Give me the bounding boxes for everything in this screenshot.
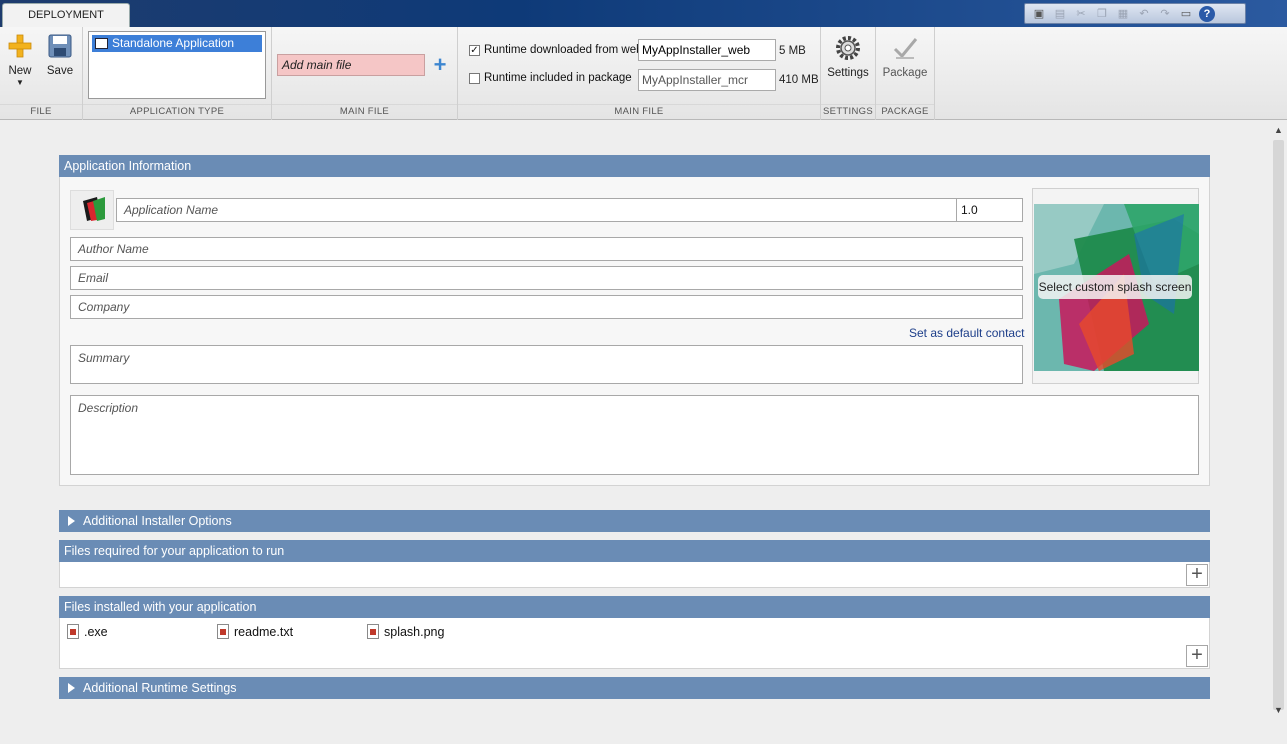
runtime-web-option[interactable]: ✓ Runtime downloaded from web: [469, 44, 643, 56]
title-bar: DEPLOYMENT ▣ ▤ ✂ ❐ ▦ ↶ ↷ ▭ ?: [0, 0, 1287, 28]
runtime-web-label: Runtime downloaded from web: [484, 44, 643, 56]
section-label-settings: SETTINGS: [823, 106, 873, 117]
scrollbar-thumb[interactable]: [1273, 140, 1284, 710]
section-label-application-type: APPLICATION TYPE: [129, 106, 225, 117]
add-installed-file-plus-icon[interactable]: +: [1186, 645, 1208, 667]
summary-field[interactable]: Summary: [70, 345, 1023, 384]
installed-file-item[interactable]: splash.png: [367, 624, 444, 639]
runtime-package-option[interactable]: Runtime included in package: [469, 72, 632, 84]
file-icon: [67, 624, 79, 639]
package-button[interactable]: Package: [880, 35, 930, 79]
runtime-package-size: 410 MB: [779, 74, 819, 86]
chevron-down-icon[interactable]: ▼: [4, 79, 36, 87]
save-icon[interactable]: ▤: [1052, 6, 1068, 22]
company-field[interactable]: Company: [70, 295, 1023, 319]
installer-options-label: Additional Installer Options: [83, 514, 232, 528]
runtime-package-label: Runtime included in package: [484, 72, 632, 84]
application-name-field[interactable]: Application Name: [116, 198, 957, 222]
settings-button[interactable]: Settings: [825, 35, 871, 79]
app-icon-image: [83, 197, 105, 221]
cut-icon[interactable]: ✂: [1073, 6, 1089, 22]
package-button-label: Package: [882, 67, 928, 79]
section-label-runtime: MAIN FILE: [614, 106, 664, 117]
paste-icon[interactable]: ▦: [1115, 6, 1131, 22]
application-type-list[interactable]: Standalone Application: [88, 31, 266, 99]
email-field[interactable]: Email: [70, 266, 1023, 290]
settings-section: Settings SETTINGS: [821, 27, 876, 120]
installed-file-name: splash.png: [384, 624, 445, 639]
files-required-header: Files required for your application to r…: [59, 540, 1210, 562]
application-information-header: Application Information: [59, 155, 1210, 177]
section-label-package: PACKAGE: [881, 106, 929, 117]
file-section: New ▼ Save FILE: [0, 27, 83, 120]
app-icon[interactable]: [70, 190, 114, 230]
runtime-package-checkbox[interactable]: [469, 72, 480, 84]
tab-deployment[interactable]: DEPLOYMENT: [2, 3, 130, 28]
author-name-field[interactable]: Author Name: [70, 237, 1023, 261]
new-button[interactable]: New ▼: [4, 33, 36, 87]
floppy-disk-icon: [48, 34, 72, 58]
add-required-file-plus-icon[interactable]: +: [1186, 564, 1208, 586]
help-icon[interactable]: ?: [1199, 5, 1215, 22]
expand-triangle-icon[interactable]: [68, 516, 75, 526]
installed-file-item[interactable]: readme.txt: [217, 624, 293, 639]
runtime-settings-header[interactable]: Additional Runtime Settings: [59, 677, 1210, 699]
window-icon[interactable]: ▭: [1178, 6, 1194, 22]
new-project-icon[interactable]: ▣: [1031, 6, 1047, 22]
files-required-panel: [59, 562, 1210, 588]
runtime-web-checkbox[interactable]: ✓: [469, 44, 480, 56]
main-file-input[interactable]: Add main file: [277, 54, 425, 76]
toolstrip: New ▼ Save FILE APPLICATION TYPE Standal…: [0, 27, 1287, 120]
package-section: Package PACKAGE: [876, 27, 935, 120]
file-icon: [367, 624, 379, 639]
runtime-web-name-field[interactable]: MyAppInstaller_web: [638, 39, 776, 61]
copy-icon[interactable]: ❐: [1094, 6, 1110, 22]
quick-access-toolbar: ▣ ▤ ✂ ❐ ▦ ↶ ↷ ▭ ?: [1024, 3, 1246, 24]
settings-button-label: Settings: [827, 67, 869, 79]
file-icon: [217, 624, 229, 639]
vertical-scrollbar[interactable]: ▲ ▼: [1270, 120, 1287, 744]
installed-file-name: .exe: [84, 624, 108, 639]
redo-icon[interactable]: ↷: [1157, 6, 1173, 22]
application-type-item-standalone[interactable]: Standalone Application: [92, 35, 262, 52]
installed-file-name: readme.txt: [234, 624, 294, 639]
scroll-down-icon[interactable]: ▼: [1273, 705, 1284, 715]
standalone-app-icon: [95, 38, 108, 49]
select-splash-label[interactable]: Select custom splash screen: [1038, 275, 1192, 299]
application-type-label: Standalone Application: [112, 36, 235, 50]
expand-triangle-icon[interactable]: [68, 683, 75, 693]
description-field[interactable]: Description: [70, 395, 1199, 475]
save-button-label: Save: [46, 65, 74, 77]
runtime-web-size: 5 MB: [779, 45, 806, 57]
splash-screen[interactable]: Select custom splash screen: [1032, 188, 1199, 384]
set-default-contact-link[interactable]: Set as default contact: [909, 326, 1024, 340]
runtime-settings-label: Additional Runtime Settings: [83, 681, 237, 695]
version-field[interactable]: 1.0: [956, 198, 1023, 222]
checkmark-icon: [893, 38, 918, 59]
section-label-file: FILE: [30, 106, 52, 117]
installed-file-item[interactable]: .exe: [67, 624, 108, 639]
save-button[interactable]: Save: [44, 33, 76, 77]
section-label-main-file: MAIN FILE: [339, 106, 390, 117]
files-installed-header: Files installed with your application: [59, 596, 1210, 618]
plus-icon: [8, 34, 32, 58]
installer-options-header[interactable]: Additional Installer Options: [59, 510, 1210, 532]
gear-icon: [836, 36, 860, 60]
runtime-package-name-field[interactable]: MyAppInstaller_mcr: [638, 69, 776, 91]
new-button-label: New: [8, 65, 32, 77]
add-main-file-plus-icon[interactable]: +: [431, 54, 449, 76]
undo-icon[interactable]: ↶: [1136, 6, 1152, 22]
scroll-up-icon[interactable]: ▲: [1273, 125, 1284, 135]
